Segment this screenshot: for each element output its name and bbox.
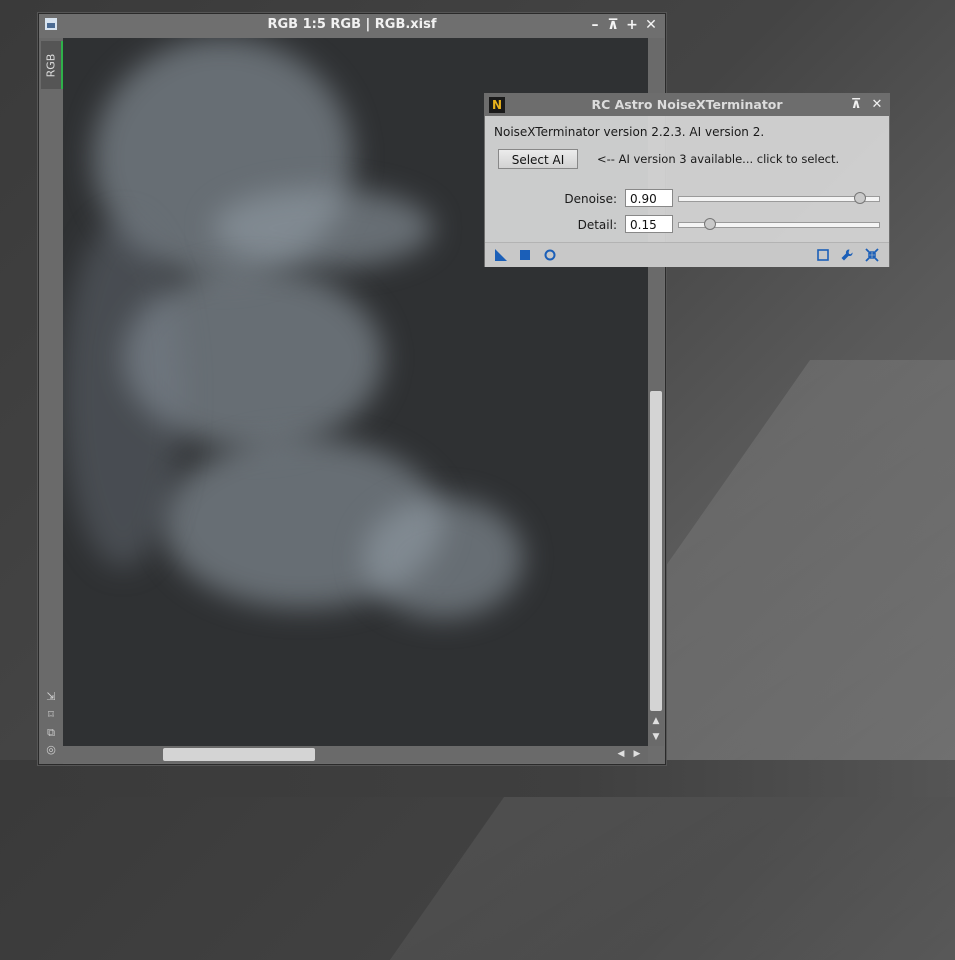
clone-view-icon[interactable]: ⧉	[43, 726, 59, 740]
dialog-titlebar[interactable]: N RC Astro NoiseXTerminator ⊼ ✕	[485, 94, 889, 116]
dialog-title: RC Astro NoiseXTerminator	[591, 97, 783, 112]
close-icon[interactable]: ✕	[643, 17, 659, 33]
denoise-slider-handle[interactable]	[854, 192, 866, 204]
fit-view-icon[interactable]: ⌑	[43, 708, 59, 721]
minimize-icon[interactable]: –	[587, 17, 603, 33]
view-settings-icon[interactable]: ◎	[43, 743, 59, 756]
nebula-region	[213, 188, 433, 268]
apply-global-icon[interactable]	[543, 248, 557, 262]
detail-slider-handle[interactable]	[704, 218, 716, 230]
denoise-input[interactable]: 0.90	[625, 189, 673, 207]
settings-icon[interactable]	[840, 248, 854, 262]
desktop-floor	[0, 760, 955, 797]
shade-icon[interactable]: ⊼	[605, 17, 621, 33]
image-window-title: RGB 1:5 RGB | RGB.xisf	[267, 17, 437, 32]
scroll-up-icon[interactable]: ▲	[650, 716, 662, 726]
detail-label: Detail:	[577, 218, 617, 232]
apply-icon[interactable]	[518, 248, 532, 262]
zoom-to-fit-icon[interactable]: ⇲	[43, 690, 59, 703]
image-window-titlebar[interactable]: RGB 1:5 RGB | RGB.xisf – ⊼ + ✕	[39, 14, 665, 38]
view-tab-label: RGB	[44, 53, 58, 78]
scroll-left-icon[interactable]: ◀	[615, 749, 627, 759]
horizontal-scroll-thumb[interactable]	[163, 748, 315, 761]
select-ai-button[interactable]: Select AI	[498, 149, 578, 169]
new-instance-icon[interactable]	[494, 248, 508, 262]
nebula-region	[363, 498, 523, 618]
noisexterminator-dialog[interactable]: N RC Astro NoiseXTerminator ⊼ ✕ NoiseXTe…	[484, 93, 890, 267]
nebula-region	[63, 218, 183, 568]
preview-icon[interactable]	[816, 248, 830, 262]
ai-version-hint: <-- AI version 3 available... click to s…	[597, 152, 840, 166]
scroll-down-icon[interactable]: ▼	[650, 732, 662, 742]
image-window-sidebar	[39, 38, 63, 764]
denoise-label: Denoise:	[564, 192, 617, 206]
denoise-slider[interactable]	[678, 192, 880, 204]
close-icon[interactable]: ✕	[870, 97, 884, 113]
scroll-right-icon[interactable]: ▶	[631, 749, 643, 759]
horizontal-scrollbar[interactable]	[63, 746, 648, 763]
view-tab-rgb[interactable]: RGB	[41, 41, 64, 89]
shade-icon[interactable]: ⊼	[849, 97, 863, 113]
detail-input[interactable]: 0.15	[625, 215, 673, 233]
maximize-icon[interactable]: +	[624, 17, 640, 33]
detail-slider[interactable]	[678, 218, 880, 230]
reset-icon[interactable]	[865, 248, 879, 262]
vertical-scroll-thumb[interactable]	[650, 391, 662, 711]
dialog-footer	[485, 242, 889, 267]
version-text: NoiseXTerminator version 2.2.3. AI versi…	[494, 125, 765, 139]
